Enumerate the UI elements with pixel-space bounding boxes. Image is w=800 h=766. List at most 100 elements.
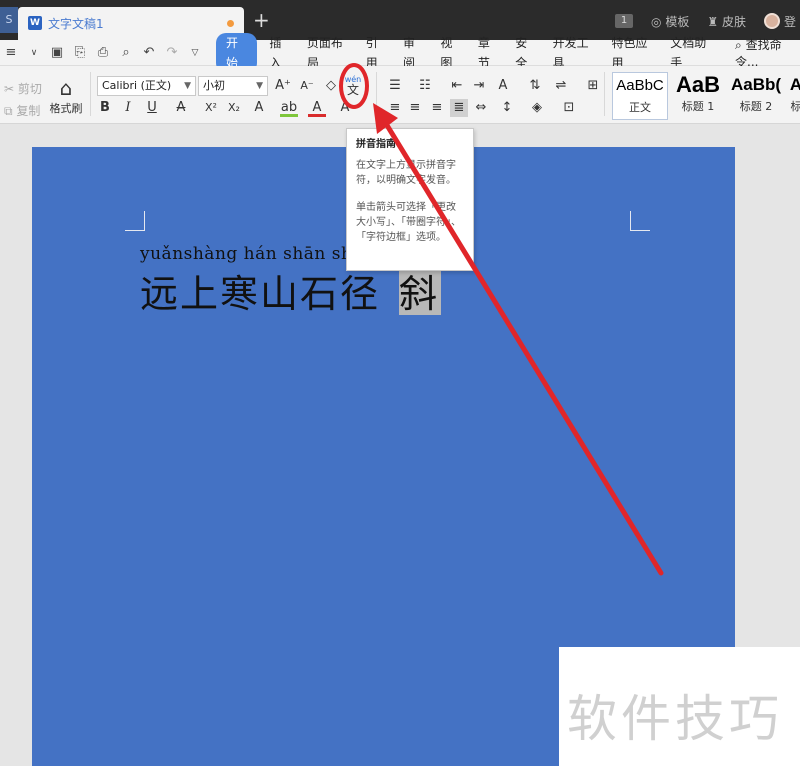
font-name-select[interactable]: Calibri (正文) ▼ xyxy=(97,76,196,96)
font-size-value: 小初 xyxy=(203,79,225,92)
style-preset[interactable]: AaB 标题 1 xyxy=(670,72,726,120)
font-size-select[interactable]: 小初 ▼ xyxy=(198,76,268,96)
justify-icon[interactable]: ≣ xyxy=(450,99,468,117)
chevron-down-icon: ▼ xyxy=(184,81,191,91)
shading-icon[interactable]: ◈ xyxy=(528,99,546,117)
divider xyxy=(604,72,605,116)
search-icon: ⌕ xyxy=(735,37,742,52)
font-color-icon[interactable]: A xyxy=(308,99,326,117)
align-left-icon[interactable]: ≡ xyxy=(386,99,404,117)
style-label: 标 xyxy=(790,100,800,113)
watermark: 软件技巧 xyxy=(559,647,800,766)
skin-icon: ♜ xyxy=(707,14,719,29)
template-label: 模板 xyxy=(665,14,690,29)
line-spacing-icon[interactable]: ↕ xyxy=(498,99,516,117)
bullet-list-icon[interactable]: ☰ xyxy=(386,77,404,95)
redo-icon[interactable]: ↷ xyxy=(165,45,179,60)
style-label: 标题 1 xyxy=(681,100,715,113)
template-icon: ◎ xyxy=(651,14,662,29)
font-name-value: Calibri (正文) xyxy=(102,79,172,92)
distribute-icon[interactable]: ⇔ xyxy=(472,99,490,117)
highlight-icon[interactable]: ab xyxy=(280,99,298,117)
format-painter-button[interactable]: ⌂ 格式刷 xyxy=(48,76,84,116)
numbered-list-icon[interactable]: ☷ xyxy=(416,77,434,95)
decrease-indent-icon[interactable]: ⇤ xyxy=(448,77,466,95)
superscript-icon[interactable]: X² xyxy=(202,99,220,117)
underline-icon[interactable]: U xyxy=(143,99,161,117)
page-corner-mark xyxy=(630,211,650,231)
style-sample: A xyxy=(789,75,800,94)
paint-brush-icon: ⌂ xyxy=(59,76,73,100)
app-menu-button[interactable]: S xyxy=(0,7,18,33)
style-sample: AaBb( xyxy=(730,75,782,94)
search-command-label: 查找命令... xyxy=(735,37,782,69)
save-icon[interactable]: ▣ xyxy=(50,45,64,60)
grow-font-icon[interactable]: A⁺ xyxy=(274,77,292,95)
skin-label: 皮肤 xyxy=(721,14,746,29)
copy-button[interactable]: ⧉ 复制 xyxy=(4,102,40,119)
align-center-icon[interactable]: ≡ xyxy=(406,99,424,117)
user-account[interactable]: 登 xyxy=(763,13,796,30)
clear-format-icon[interactable]: ◇ xyxy=(322,77,340,95)
tooltip-hint: 单击箭头可选择「更改大小写」、「带圈字符」、「字符边框」选项。 xyxy=(356,202,461,243)
char-shading-icon[interactable]: A xyxy=(336,99,354,117)
tooltip-title: 拼音指南 xyxy=(356,139,396,150)
tooltip-description: 在文字上方显示拼音字符，以明确文字发音。 xyxy=(356,160,456,186)
print-icon[interactable]: ⎙ xyxy=(96,45,110,60)
selected-char: 斜 xyxy=(399,272,438,316)
user-initial: 登 xyxy=(783,14,796,29)
pinyin-guide-button[interactable]: wén 文 xyxy=(343,76,363,98)
style-sample: AaB xyxy=(675,72,720,97)
skin-button[interactable]: ♜ 皮肤 xyxy=(707,13,746,30)
table-borders-icon[interactable]: ⊞ xyxy=(584,77,602,95)
format-painter-label: 格式刷 xyxy=(49,102,83,115)
chevron-down-icon: ▼ xyxy=(256,81,263,91)
menu-bar: ≡ ∨ ▣ ⎘ ⎙ ⌕ ↶ ↷ ▽ 开始 插入 页面布局 引用 审阅 视图 章节 安全 开发工具… xyxy=(0,32,800,73)
selected-text[interactable]: 斜 xyxy=(399,265,441,316)
style-label: 正文 xyxy=(629,101,651,114)
document-tab[interactable]: W 文字文稿1 xyxy=(18,7,244,40)
customize-icon[interactable]: ▽ xyxy=(188,48,202,58)
pinyin-guide-icon-bottom: 文 xyxy=(346,83,359,97)
style-preset[interactable]: AaBbC 正文 xyxy=(612,72,668,120)
quick-access-toolbar: ≡ ∨ ▣ ⎘ ⎙ ⌕ ↶ ↷ ▽ xyxy=(0,45,202,60)
bold-icon[interactable]: B xyxy=(96,99,114,117)
cut-button[interactable]: ✂ 剪切 xyxy=(4,80,42,97)
document-text[interactable]: 远上寒山石径 xyxy=(140,263,380,318)
align-right-icon[interactable]: ≡ xyxy=(428,99,446,117)
template-button[interactable]: ◎ 模板 xyxy=(651,13,689,30)
subscript-icon[interactable]: X₂ xyxy=(225,99,243,117)
window-count-badge[interactable]: 1 xyxy=(615,14,634,28)
new-tab-button[interactable]: + xyxy=(253,8,270,32)
divider xyxy=(90,72,91,116)
menu-icon[interactable]: ≡ xyxy=(4,45,18,60)
undo-icon[interactable]: ↶ xyxy=(142,45,156,60)
writer-doc-icon: W xyxy=(28,16,42,30)
style-preset[interactable]: A标 xyxy=(786,72,800,120)
watermark-text: 软件技巧 xyxy=(567,690,783,748)
style-preset[interactable]: AaBb(标题 2 xyxy=(728,72,784,120)
export-pdf-icon[interactable]: ⎘ xyxy=(73,45,87,60)
shrink-font-icon[interactable]: A⁻ xyxy=(298,77,316,95)
increase-indent-icon[interactable]: ⇥ xyxy=(470,77,488,95)
borders-icon[interactable]: ⊡ xyxy=(560,99,578,117)
print-preview-icon[interactable]: ⌕ xyxy=(119,45,133,60)
chinese-layout-icon[interactable]: A xyxy=(494,77,512,95)
scissors-icon: ✂ xyxy=(4,82,15,96)
style-sample: AaBbC xyxy=(616,77,664,94)
page-corner-mark xyxy=(125,211,145,231)
pinyin-guide-tooltip: 拼音指南 在文字上方显示拼音字符，以明确文字发音。 单击箭头可选择「更改大小写」… xyxy=(346,128,474,271)
divider xyxy=(376,72,377,116)
search-command[interactable]: ⌕ 查找命令... xyxy=(735,36,800,70)
show-marks-icon[interactable]: ⇌ xyxy=(552,77,570,95)
unsaved-dot-icon xyxy=(227,20,234,27)
strikethrough-icon[interactable]: A xyxy=(172,99,190,117)
copy-label: 复制 xyxy=(16,104,41,118)
cut-label: 剪切 xyxy=(17,82,42,96)
italic-icon[interactable]: I xyxy=(119,99,137,117)
text-effect-icon[interactable]: A xyxy=(250,99,268,117)
sort-icon[interactable]: ⇅ xyxy=(526,77,544,95)
document-tab-title: 文字文稿1 xyxy=(48,17,104,31)
ribbon: ✂ 剪切 ⧉ 复制 ⌂ 格式刷 Calibri (正文) ▼ 小初 ▼ A⁺ A⁻ … xyxy=(0,66,800,124)
chevron-down-icon[interactable]: ∨ xyxy=(27,48,41,58)
